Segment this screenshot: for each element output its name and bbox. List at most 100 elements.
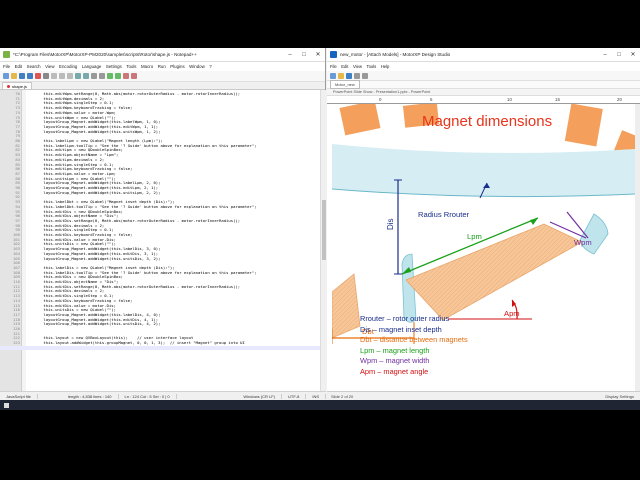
legend-item: Dbt – distance between magnets [360,335,468,345]
find-icon[interactable] [91,73,97,79]
design-studio-toolbar [327,71,640,81]
menu-edit[interactable]: Edit [15,64,23,69]
design-studio-title: new_motor - [Attach Models] - MotorXP De… [340,52,451,57]
slot-number-label: 6 [615,119,620,128]
ds-menu-file[interactable]: File [330,64,337,69]
menu-window[interactable]: Window [189,64,205,69]
menu-plugins[interactable]: Plugins [170,64,184,69]
play-macro-icon[interactable] [131,73,137,79]
legend-item: Dis – magnet inset depth [360,324,442,334]
label-lpm: Lpm [467,232,482,241]
editor-vertical-scrollbar[interactable] [320,90,326,391]
ds-new-icon[interactable] [330,72,336,79]
label-wpm: Wpm [574,238,592,247]
notepadpp-toolbar [0,71,325,82]
design-studio-statusbar: Slide 2 of 20 Display Settings [327,391,640,400]
windows-logo-icon [3,402,9,408]
start-button[interactable] [0,400,12,410]
status-insert-mode: INS [306,393,326,399]
design-studio-titlebar[interactable]: new_motor - [Attach Models] - MotorXP De… [327,48,640,62]
display-settings-button[interactable]: Display Settings [605,394,634,399]
desktop-screen: *C:\Program Files\MotorXP\MotorXP-PM2020… [0,48,640,410]
status-eol: Windows (CR LF) [237,393,282,399]
menu-macro[interactable]: Macro [141,64,153,69]
powerpoint-caption-text: PowerPoint Slide Show - Presentation1.pp… [333,90,431,94]
label-dis: Dis [386,218,395,230]
legend-item: Rrouter – rotor outer radius [360,314,450,323]
minimize-button[interactable]: – [283,48,297,62]
status-position: Ln : 124 Col : 5 Sel : 0 | 0 [119,393,177,399]
menu-help[interactable]: ? [209,64,211,69]
open-file-icon[interactable] [11,73,17,79]
menu-tools[interactable]: Tools [126,64,136,69]
notepadpp-window: *C:\Program Files\MotorXP\MotorXP-PM2020… [0,48,326,410]
notepadpp-app-icon [3,51,10,58]
ruler-tick-label: 5 [430,97,433,102]
design-studio-app-icon [330,51,337,58]
zoom-out-icon[interactable] [115,73,121,79]
unsaved-file-icon [7,84,10,88]
design-studio-window: new_motor - [Attach Models] - MotorXP De… [327,48,640,410]
record-macro-icon[interactable] [123,73,129,79]
notepadpp-titlebar[interactable]: *C:\Program Files\MotorXP\MotorXP-PM2020… [0,48,325,62]
ds-save-icon[interactable] [346,72,352,79]
parameter-legend: Rrouter – rotor outer radius Dis – magnet… [360,314,468,378]
notepadpp-statusbar: JavaScript file length : 4,838 lines : 1… [0,391,326,400]
ds-undo-icon[interactable] [354,72,360,79]
ds-menu-tools[interactable]: Tools [366,64,376,69]
menu-settings[interactable]: Settings [106,64,122,69]
zoom-in-icon[interactable] [107,73,113,79]
design-studio-menubar: File Edit View Tools Help [327,62,640,71]
tab-motor-new[interactable]: Motor_new [330,80,360,89]
maximize-button[interactable]: □ [297,48,311,62]
label-apm: Apm [504,309,520,318]
status-language: JavaScript file [0,393,38,399]
ruler-tick-label: 0 [379,97,382,102]
slide-vertical-scrollbar[interactable] [635,104,640,391]
menu-encoding[interactable]: Encoding [59,64,77,69]
menu-language[interactable]: Language [82,64,102,69]
horizontal-ruler: 0 5 10 15 20 [327,97,640,104]
slide-title: Magnet dimensions [422,113,553,130]
save-icon[interactable] [19,73,25,79]
powerpoint-caption: PowerPoint Slide Show - Presentation1.pp… [327,89,640,96]
ds-menu-help[interactable]: Help [381,64,390,69]
ds-menu-edit[interactable]: Edit [341,64,348,69]
ds-minimize-button[interactable]: – [598,48,612,62]
windows-taskbar [0,400,640,410]
presentation-slide[interactable]: Magnet dimensions 6 Radius Rrouter Dis L… [332,104,635,394]
close-button[interactable]: ✕ [311,48,325,62]
new-file-icon[interactable] [3,73,9,79]
ds-menu-view[interactable]: View [353,64,362,69]
ds-close-button[interactable]: ✕ [626,48,640,62]
cut-icon[interactable] [51,73,57,79]
status-length: length : 4,838 lines : 140 [62,393,119,399]
label-radius: Radius Rrouter [418,210,470,219]
menu-search[interactable]: Search [27,64,41,69]
design-studio-tabbar: Motor_new [327,80,640,89]
slide-counter: Slide 2 of 20 [331,393,354,399]
code-editor[interactable]: 70 this.editWpm.setRange(0, Math.abs(mot… [0,90,326,391]
ruler-tick-label: 20 [617,97,622,102]
replace-icon[interactable] [99,73,105,79]
menu-file[interactable]: File [3,64,10,69]
close-file-icon[interactable] [35,73,41,79]
ds-maximize-button[interactable]: □ [612,48,626,62]
menu-run[interactable]: Run [158,64,166,69]
undo-icon[interactable] [75,73,81,79]
ruler-tick-label: 10 [507,97,512,102]
print-icon[interactable] [43,73,49,79]
save-all-icon[interactable] [27,73,33,79]
copy-icon[interactable] [59,73,65,79]
current-line-highlight[interactable] [0,345,320,351]
legend-item: Wpm – magnet width [360,356,430,366]
scrollbar-thumb[interactable] [322,200,326,260]
notepadpp-menubar: File Edit Search View Encoding Language … [0,62,325,71]
ds-open-icon[interactable] [338,72,344,79]
menu-view[interactable]: View [45,64,54,69]
stator-slot [564,104,603,147]
ds-redo-icon[interactable] [362,72,368,79]
redo-icon[interactable] [83,73,89,79]
paste-icon[interactable] [67,73,73,79]
tab-shape-js[interactable]: shape.js [2,82,32,89]
